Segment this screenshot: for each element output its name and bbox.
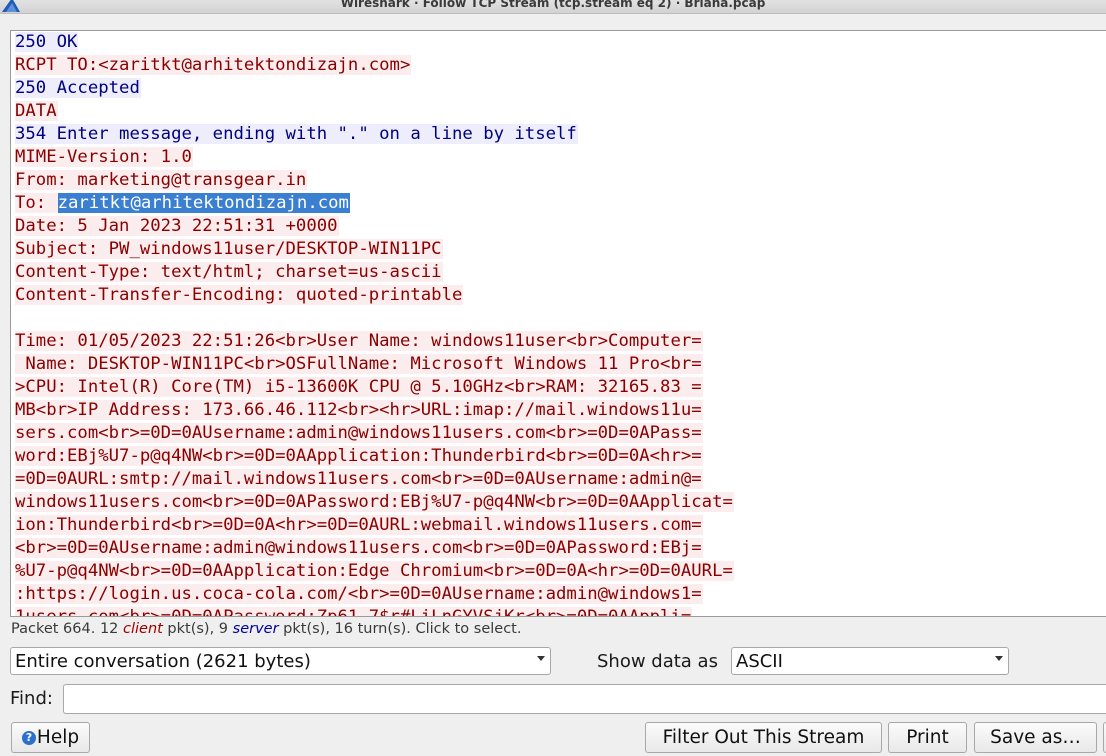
stream-line[interactable]: 250 Accepted <box>15 77 734 100</box>
help-button-label: Help <box>36 727 80 748</box>
client-data-text: :https://login.us.coca-cola.com/<br>=0D=… <box>15 584 703 604</box>
stream-content-pane[interactable]: 250 OK RCPT TO:<zaritkt@arhitektondizajn.… <box>10 30 1106 617</box>
stream-line[interactable]: =0D=0AURL:smtp://mail.windows11users.com… <box>15 468 734 491</box>
print-button[interactable]: Print <box>888 722 967 753</box>
client-data-text: word:EBj%U7-p@q4NW<br>=0D=0AApplication:… <box>15 446 703 466</box>
conversation-select-value: Entire conversation (2621 bytes) <box>15 651 311 672</box>
client-data-text: >CPU: Intel(R) Core(TM) i5-13600K CPU @ … <box>15 377 703 397</box>
client-data-text: ion:Thunderbird<br>=0D=0A<hr>=0D=0AURL:w… <box>15 515 703 535</box>
chevron-down-icon <box>995 656 1003 661</box>
show-data-label: Show data as <box>597 651 718 672</box>
stream-line[interactable]: <br>=0D=0AUsername:admin@windows11users.… <box>15 537 734 560</box>
client-data-text: Name: DESKTOP-WIN11PC<br>OSFullName: Mic… <box>15 354 703 374</box>
stream-line[interactable]: 250 OK <box>15 31 734 54</box>
server-data-text: 354 Enter message, ending with "." on a … <box>15 124 578 144</box>
window-titlebar[interactable]: Wireshark · Follow TCP Stream (tcp.strea… <box>0 0 1106 14</box>
window-title: Wireshark · Follow TCP Stream (tcp.strea… <box>340 0 766 10</box>
server-data-text: 250 Accepted <box>15 78 141 98</box>
stream-line[interactable]: Content-Transfer-Encoding: quoted-printa… <box>15 284 734 307</box>
client-data-text: =0D=0AURL:smtp://mail.windows11users.com… <box>15 469 703 489</box>
stream-status-text[interactable]: Packet 664. 12 client pkt(s), 9 server p… <box>11 621 521 637</box>
client-data-text: MB<br>IP Address: 173.66.46.112<br><hr>U… <box>15 400 703 420</box>
stream-line[interactable]: Date: 5 Jan 2023 22:51:31 +0000 <box>15 215 734 238</box>
client-data-text: RCPT TO:<zaritkt@arhitektondizajn.com> <box>15 55 412 75</box>
stream-line[interactable]: MB<br>IP Address: 173.66.46.112<br><hr>U… <box>15 399 734 422</box>
status-client-word: client <box>123 621 163 637</box>
stream-line[interactable] <box>15 307 734 330</box>
find-label: Find: <box>10 688 53 709</box>
help-button[interactable]: ? Help <box>11 722 90 753</box>
client-data-text: %U7-p@q4NW<br>=0D=0AApplication:Edge Chr… <box>15 561 734 581</box>
show-data-select-value: ASCII <box>736 651 783 672</box>
client-data-text: Time: 01/05/2023 22:51:26<br>User Name: … <box>15 331 703 351</box>
stream-line[interactable]: Time: 01/05/2023 22:51:26<br>User Name: … <box>15 330 734 353</box>
selected-text: zaritkt@arhitektondizajn.com <box>57 193 350 213</box>
client-data-text: DATA <box>15 101 58 121</box>
client-data-text: windows11users.com<br>=0D=0APassword:EBj… <box>15 492 734 512</box>
filter-out-stream-label: Filter Out This Stream <box>662 727 865 748</box>
stream-line[interactable]: >CPU: Intel(R) Core(TM) i5-13600K CPU @ … <box>15 376 734 399</box>
stream-line[interactable]: ion:Thunderbird<br>=0D=0A<hr>=0D=0AURL:w… <box>15 514 734 537</box>
save-as-button-label: Save as… <box>990 727 1081 748</box>
status-middle: pkt(s), 9 <box>162 621 233 637</box>
server-data-text: 250 OK <box>15 32 79 52</box>
conversation-select[interactable]: Entire conversation (2621 bytes) <box>10 647 551 675</box>
stream-line[interactable]: Content-Type: text/html; charset=us-asci… <box>15 261 734 284</box>
status-suffix: pkt(s), 16 turn(s). Click to select. <box>278 621 522 637</box>
stream-line[interactable]: Subject: PW_windows11user/DESKTOP-WIN11P… <box>15 238 734 261</box>
show-data-select[interactable]: ASCII <box>731 647 1009 675</box>
stream-line[interactable]: :https://login.us.coca-cola.com/<br>=0D=… <box>15 583 734 606</box>
client-data-text: Subject: PW_windows11user/DESKTOP-WIN11P… <box>15 239 443 259</box>
stream-line[interactable]: From: marketing@transgear.in <box>15 169 734 192</box>
client-data-text: sers.com<br>=0D=0AUsername:admin@windows… <box>15 423 703 443</box>
client-data-text: <br>=0D=0AUsername:admin@windows11users.… <box>15 538 703 558</box>
help-icon: ? <box>21 731 36 745</box>
stream-line[interactable]: windows11users.com<br>=0D=0APassword:EBj… <box>15 491 734 514</box>
chevron-down-icon <box>537 656 545 661</box>
stream-line[interactable]: To: zaritkt@arhitektondizajn.com <box>15 192 734 215</box>
client-data-text: 1users.com<br>=0D=0APassword:Zp61_7$r#Li… <box>15 607 693 616</box>
save-as-button[interactable]: Save as… <box>974 722 1097 753</box>
client-data-text: Content-Transfer-Encoding: quoted-printa… <box>15 285 464 305</box>
client-data-text: MIME-Version: 1.0 <box>15 147 193 167</box>
stream-line[interactable]: RCPT TO:<zaritkt@arhitektondizajn.com> <box>15 54 734 77</box>
stream-line[interactable]: word:EBj%U7-p@q4NW<br>=0D=0AApplication:… <box>15 445 734 468</box>
client-data-text <box>15 308 16 328</box>
print-button-label: Print <box>906 727 949 748</box>
client-data-text: To: <box>15 193 58 213</box>
stream-line[interactable]: %U7-p@q4NW<br>=0D=0AApplication:Edge Chr… <box>15 560 734 583</box>
filter-out-stream-button[interactable]: Filter Out This Stream <box>645 722 882 753</box>
status-prefix: Packet 664. 12 <box>11 621 123 637</box>
stream-line[interactable]: DATA <box>15 100 734 123</box>
stream-line[interactable]: sers.com<br>=0D=0AUsername:admin@windows… <box>15 422 734 445</box>
client-data-text: From: marketing@transgear.in <box>15 170 308 190</box>
find-input[interactable] <box>63 684 1106 714</box>
stream-lines[interactable]: 250 OK RCPT TO:<zaritkt@arhitektondizajn.… <box>15 31 734 616</box>
stream-line[interactable]: MIME-Version: 1.0 <box>15 146 734 169</box>
stream-line[interactable]: 1users.com<br>=0D=0APassword:Zp61_7$r#Li… <box>15 606 734 616</box>
stream-line[interactable]: 354 Enter message, ending with "." on a … <box>15 123 734 146</box>
client-data-text: Content-Type: text/html; charset=us-asci… <box>15 262 443 282</box>
client-data-text: Date: 5 Jan 2023 22:51:31 +0000 <box>15 216 339 236</box>
stream-line[interactable]: Name: DESKTOP-WIN11PC<br>OSFullName: Mic… <box>15 353 734 376</box>
status-server-word: server <box>232 621 279 637</box>
